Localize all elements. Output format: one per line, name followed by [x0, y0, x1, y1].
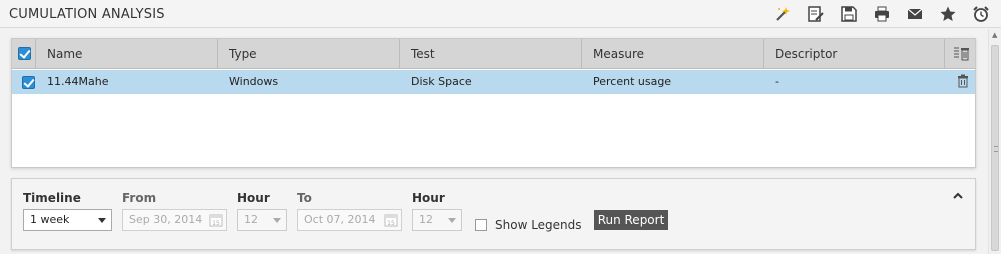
to-date-input[interactable]: Oct 07, 2014 15 — [297, 209, 402, 231]
timeline-value: 1 week — [30, 213, 70, 226]
scroll-up-icon[interactable]: ▲ — [992, 31, 997, 39]
toolbar — [766, 3, 997, 25]
column-header-measure[interactable]: Measure — [582, 39, 764, 69]
favorite-button[interactable] — [931, 3, 964, 25]
print-icon — [874, 6, 889, 22]
show-legends-label: Show Legends — [495, 218, 582, 232]
scrollbar-thumb[interactable] — [991, 45, 999, 251]
from-label: From — [122, 191, 157, 205]
page-title: CUMULATION ANALYSIS — [9, 7, 165, 22]
from-hour-select[interactable]: 12 — [237, 209, 287, 231]
show-legends-checkbox[interactable] — [475, 219, 487, 231]
delete-row-icon[interactable] — [956, 74, 970, 88]
row-measure: Percent usage — [593, 75, 672, 88]
vertical-scrollbar[interactable]: ▲ — [988, 29, 1001, 254]
chevron-down-icon — [448, 218, 456, 223]
column-header-test[interactable]: Test — [400, 39, 582, 69]
edit-button[interactable] — [799, 3, 832, 25]
save-icon — [840, 6, 857, 22]
column-header-label: Name — [47, 47, 83, 61]
calendar-day: 15 — [387, 220, 395, 227]
select-all-checkbox[interactable] — [18, 47, 31, 60]
column-header-label: Measure — [593, 47, 644, 61]
report-filters: Timeline 1 week From Sep 30, 2014 15 Hou… — [11, 178, 976, 250]
row-descriptor: - — [775, 75, 779, 88]
table-row[interactable]: 11.44Mahe Windows Disk Space Percent usa… — [12, 70, 975, 94]
scrollbar-grip-icon — [994, 146, 998, 152]
delete-all-icon[interactable] — [953, 45, 971, 63]
delete-all-cell — [945, 39, 975, 69]
schedule-button[interactable] — [964, 3, 997, 25]
column-header-label: Descriptor — [775, 47, 838, 61]
magic-wand-icon — [775, 7, 790, 21]
wizard-button[interactable] — [766, 3, 799, 25]
calendar-icon[interactable]: 15 — [209, 213, 223, 227]
run-report-button[interactable]: Run Report — [594, 210, 668, 230]
alarm-clock-icon — [972, 6, 989, 22]
measures-table: Name Type Test Measure Descriptor 11.44M… — [11, 38, 976, 168]
page-header: CUMULATION ANALYSIS — [0, 0, 1001, 28]
calendar-icon[interactable]: 15 — [384, 213, 398, 227]
timeline-select[interactable]: 1 week — [23, 209, 112, 231]
row-type: Windows — [229, 75, 279, 88]
star-icon — [940, 6, 955, 21]
edit-document-icon — [807, 6, 824, 22]
to-date-value: Oct 07, 2014 — [304, 213, 376, 226]
chevron-down-icon — [273, 218, 281, 223]
to-label: To — [297, 191, 312, 205]
column-header-label: Type — [229, 47, 257, 61]
from-hour-value: 12 — [244, 213, 258, 226]
row-test: Disk Space — [411, 75, 472, 88]
row-name: 11.44Mahe — [47, 75, 109, 88]
column-header-type[interactable]: Type — [218, 39, 400, 69]
email-icon — [907, 8, 922, 19]
column-header-descriptor[interactable]: Descriptor — [764, 39, 945, 69]
from-date-value: Sep 30, 2014 — [129, 213, 203, 226]
to-hour-select[interactable]: 12 — [412, 209, 462, 231]
save-button[interactable] — [832, 3, 865, 25]
calendar-day: 15 — [212, 220, 220, 227]
to-hour-label: Hour — [412, 191, 445, 205]
from-hour-label: Hour — [237, 191, 270, 205]
chevron-down-icon — [98, 218, 106, 223]
collapse-chevron-up-icon[interactable] — [953, 191, 963, 201]
row-checkbox[interactable] — [22, 76, 35, 89]
table-header: Name Type Test Measure Descriptor — [12, 39, 975, 69]
timeline-label: Timeline — [23, 191, 81, 205]
print-button[interactable] — [865, 3, 898, 25]
to-hour-value: 12 — [419, 213, 433, 226]
from-date-input[interactable]: Sep 30, 2014 15 — [122, 209, 227, 231]
column-header-label: Test — [411, 47, 435, 61]
column-header-name[interactable]: Name — [36, 39, 218, 69]
email-button[interactable] — [898, 3, 931, 25]
select-all-cell — [12, 39, 36, 69]
